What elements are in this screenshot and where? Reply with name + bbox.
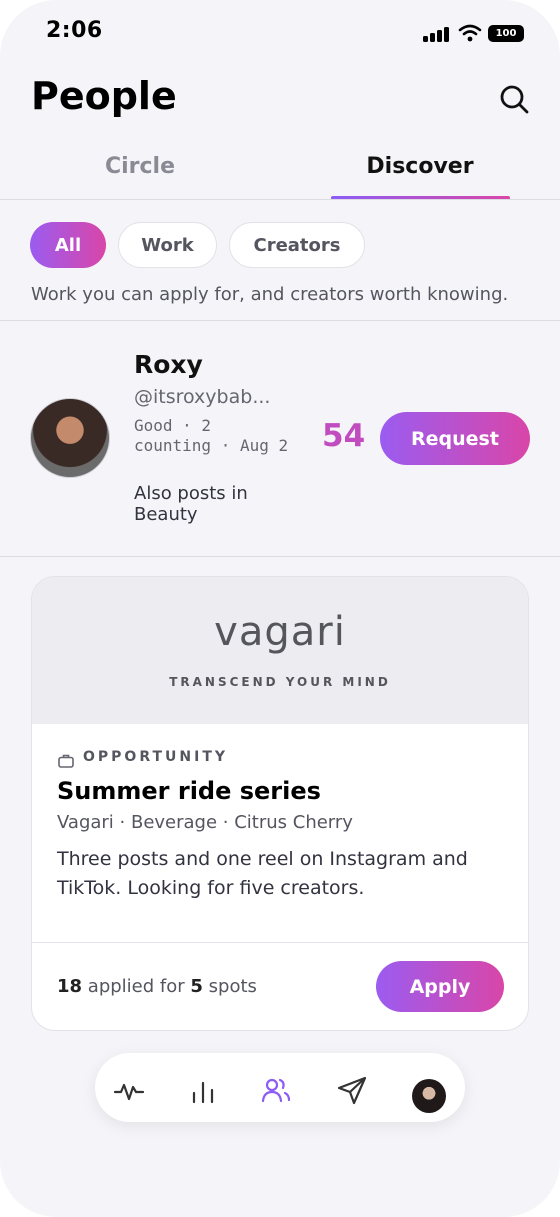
filter-chip-all[interactable]: All <box>30 222 106 268</box>
opportunity-type-label: OPPORTUNITY <box>83 749 229 765</box>
tab-discover[interactable]: Discover <box>330 154 510 179</box>
person-also-posts: Also posts in Beauty <box>134 483 248 525</box>
battery-icon: 100 <box>488 25 524 42</box>
briefcase-icon <box>58 754 74 768</box>
person-score: 54 <box>322 418 366 454</box>
search-icon[interactable] <box>497 82 531 116</box>
applied-count: 18 <box>57 976 83 997</box>
bottom-nav <box>95 1053 465 1122</box>
divider <box>0 199 560 200</box>
person-name: Roxy <box>134 350 203 379</box>
spots-count: 5 <box>190 976 203 997</box>
avatar[interactable] <box>30 398 110 478</box>
status-bar: 2:06 100 <box>0 0 560 64</box>
filter-description: Work you can apply for, and creators wor… <box>31 284 509 305</box>
filter-chip-creators[interactable]: Creators <box>229 222 365 268</box>
activity-icon[interactable] <box>112 1073 146 1107</box>
divider <box>0 320 560 321</box>
spots-label: spots <box>208 976 257 997</box>
apply-button[interactable]: Apply <box>376 961 504 1012</box>
divider <box>0 556 560 557</box>
page-title: People <box>31 74 177 118</box>
wifi-icon <box>458 24 482 42</box>
applied-label: applied for <box>87 976 185 997</box>
profile-avatar[interactable] <box>412 1079 446 1113</box>
divider <box>32 942 528 943</box>
opportunity-description: Three posts and one reel on Instagram an… <box>57 848 468 899</box>
filter-chip-work[interactable]: Work <box>118 222 217 268</box>
send-icon[interactable] <box>335 1073 369 1107</box>
opportunity-subtitle: Vagari · Beverage · Citrus Cherry <box>57 812 353 833</box>
signal-icon <box>423 26 451 42</box>
brand-logo: vagari <box>214 609 346 655</box>
person-meta: Good · 2 counting · Aug 2 <box>134 416 289 455</box>
opportunity-card[interactable]: vagari TRANSCEND YOUR MIND OPPORTUNITY S… <box>31 576 529 1031</box>
people-screen: 2:06 100 People Circle Discover All Work… <box>0 0 560 1217</box>
status-time: 2:06 <box>46 18 103 43</box>
brand-tagline: TRANSCEND YOUR MIND <box>169 675 391 689</box>
people-icon[interactable] <box>259 1073 293 1107</box>
stats-icon[interactable] <box>186 1073 220 1107</box>
applied-count-text: 18 applied for 5 spots <box>57 976 257 997</box>
person-handle: @itsroxybab... <box>134 386 271 408</box>
brand-banner: vagari TRANSCEND YOUR MIND <box>32 577 528 724</box>
tab-circle[interactable]: Circle <box>50 154 230 179</box>
request-button[interactable]: Request <box>380 412 530 465</box>
opportunity-title: Summer ride series <box>57 777 321 805</box>
